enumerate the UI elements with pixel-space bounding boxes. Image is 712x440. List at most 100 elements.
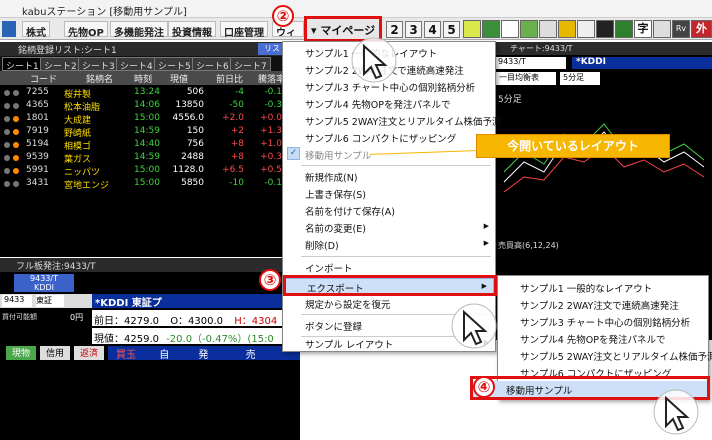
table-row[interactable]: 5991 ニッパツ 15:00 1128.0 +6.5 +0.5 bbox=[0, 165, 300, 178]
board-tab[interactable]: 9433/T KDDI bbox=[14, 274, 74, 292]
menu-sample-layout-label: サンプル レイアウト bbox=[305, 340, 394, 351]
table-row[interactable]: 5194 相模ゴ 14:40 756 +8 +1.0 bbox=[0, 139, 300, 152]
tab-sheet4[interactable]: シート4 bbox=[116, 57, 157, 72]
current-price: 現値：4259.0 bbox=[94, 334, 159, 345]
export-sample-1[interactable]: サンプル1 一般的なレイアウト bbox=[498, 279, 652, 296]
col-name[interactable]: 銘柄名 bbox=[86, 72, 113, 85]
chart-icon[interactable] bbox=[463, 20, 481, 38]
export-sample-3[interactable]: サンプル3 チャート中心の個別銘柄分析 bbox=[498, 313, 690, 330]
col-time[interactable]: 時刻 bbox=[134, 72, 152, 85]
menu-register-button[interactable]: ボタンに登録 bbox=[283, 317, 362, 334]
interval-select[interactable]: 5分足 bbox=[560, 72, 600, 85]
sheet-tabs: シート1 シート2 シート3 シート4 シート5 シート6 シート7 bbox=[0, 56, 300, 72]
table-row[interactable]: 4365 松本油脂 14:06 13850 -50 -0.3 bbox=[0, 100, 300, 113]
cell-code: 3431 bbox=[26, 178, 49, 188]
cell-price: 150 bbox=[186, 126, 204, 136]
cell-change: +8 bbox=[230, 152, 244, 162]
tab-sheet2[interactable]: シート2 bbox=[40, 57, 81, 72]
cell-name: 野崎紙 bbox=[64, 129, 92, 139]
lock-icon[interactable] bbox=[558, 20, 576, 38]
cell-price: 756 bbox=[186, 139, 204, 149]
indicator-select[interactable]: 一目均衡表 bbox=[496, 72, 556, 85]
status-dot-icon bbox=[4, 142, 10, 148]
export-sample-4[interactable]: サンプル4 先物OPを発注パネルで bbox=[498, 330, 666, 347]
table-row[interactable]: 9539 葉ガス 14:59 2488 +8 +0.3 bbox=[0, 152, 300, 165]
market-select[interactable]: 東証 bbox=[36, 295, 64, 307]
tab-sheet1[interactable]: シート1 bbox=[2, 57, 43, 72]
watchlist-pane: 銘柄登録リスト:シート1 リスト シート1 シート2 シート3 シート4 シート… bbox=[0, 42, 300, 257]
menu-import[interactable]: インポート bbox=[283, 259, 353, 276]
cell-rate: +0.0 bbox=[260, 113, 282, 123]
menu-delete[interactable]: 削除(D) ▶ bbox=[283, 236, 495, 253]
news-icon[interactable] bbox=[520, 20, 538, 38]
page-5-button[interactable]: 5 bbox=[443, 21, 460, 38]
menu-restore-default[interactable]: 規定から設定を復元 bbox=[283, 295, 391, 312]
menu-account[interactable]: 口座管理 bbox=[220, 21, 268, 39]
print-icon[interactable] bbox=[577, 20, 595, 38]
menu-investment-info[interactable]: 投資情報 bbox=[168, 21, 216, 39]
cell-time: 13:24 bbox=[134, 87, 160, 97]
status-dot-icon bbox=[4, 129, 10, 135]
tab-sheet6[interactable]: シート6 bbox=[192, 57, 233, 72]
tab-cash[interactable]: 現物 bbox=[6, 346, 36, 360]
menu-futures[interactable]: 先物OP bbox=[64, 21, 108, 39]
col-rate[interactable]: 騰落率 bbox=[258, 72, 285, 85]
export-sample-2[interactable]: サンプル2 2WAY注文で連続高速発注 bbox=[498, 296, 679, 313]
status-dot-icon bbox=[13, 181, 19, 187]
menu-multi-order[interactable]: 多機能発注 bbox=[110, 21, 168, 39]
menu-save-as[interactable]: 名前を付けて保存(A) bbox=[283, 202, 395, 219]
foreign-icon[interactable]: 外 bbox=[691, 20, 712, 38]
cell-change: -50 bbox=[229, 100, 244, 110]
cell-change: +2 bbox=[230, 126, 244, 136]
tab-sheet7[interactable]: シート7 bbox=[230, 57, 271, 72]
menu-moving-sample[interactable]: ✓ 移動用サンプル bbox=[283, 146, 403, 163]
tab-repay[interactable]: 返済 bbox=[74, 346, 104, 360]
export-sample-5[interactable]: サンプル5 2WAY注文とリアルタイム株価予測 bbox=[498, 347, 712, 364]
cell-name: 大成建 bbox=[64, 116, 92, 126]
tab-sheet3[interactable]: シート3 bbox=[78, 57, 119, 72]
page-4-button[interactable]: 4 bbox=[424, 21, 441, 38]
exchange-icon[interactable] bbox=[615, 20, 633, 38]
menu-overwrite-save[interactable]: 上書き保存(S) bbox=[283, 185, 366, 202]
menu-stocks[interactable]: 株式 bbox=[22, 21, 50, 39]
cell-price: 2488 bbox=[181, 152, 204, 162]
cell-name: 松本油脂 bbox=[64, 103, 101, 113]
submenu-arrow-icon: ▶ bbox=[483, 239, 489, 247]
chart-code-select[interactable]: 9433/T bbox=[496, 57, 566, 69]
cell-price: 1128.0 bbox=[172, 165, 205, 175]
menu-sample-6[interactable]: サンプル6 コンパクトにザッピング bbox=[283, 129, 456, 146]
screen-icon[interactable] bbox=[596, 20, 614, 38]
chart-app-icon[interactable] bbox=[2, 21, 16, 37]
menu-rename[interactable]: 名前の変更(E) ▶ bbox=[283, 219, 495, 236]
menu-new[interactable]: 新規作成(N) bbox=[283, 168, 358, 185]
table-row[interactable]: 3431 宮地エンジ 15:00 5850 -10 -0.1 bbox=[0, 178, 300, 191]
col-change[interactable]: 前日比 bbox=[216, 72, 243, 85]
mouse-cursor-icon bbox=[653, 389, 699, 435]
cell-code: 7255 bbox=[26, 87, 49, 97]
col-price[interactable]: 現値 bbox=[170, 72, 188, 85]
status-dot-icon bbox=[4, 168, 10, 174]
cell-time: 14:59 bbox=[134, 126, 160, 136]
menu-moving-sample-label: 移動用サンプル bbox=[305, 151, 372, 162]
board-icon[interactable] bbox=[482, 20, 500, 38]
tab-margin[interactable]: 信用 bbox=[40, 346, 70, 360]
col-code[interactable]: コード bbox=[30, 72, 57, 85]
price-change: -20.0（-0.47%）(15:0 bbox=[166, 334, 274, 345]
table-row[interactable]: 1801 大成建 15:00 4556.0 +2.0 +0.0 bbox=[0, 113, 300, 126]
tab-sheet5[interactable]: シート5 bbox=[154, 57, 195, 72]
cell-time: 14:06 bbox=[134, 100, 160, 110]
calendar-icon[interactable] bbox=[653, 20, 671, 38]
full-board-pane: フル板発注:9433/T 9433/T KDDI 9433 東証 *KDDI 東証… bbox=[0, 258, 300, 440]
board-col-self: 自 bbox=[159, 350, 170, 361]
status-dot-icon bbox=[4, 181, 10, 187]
info-icon[interactable] bbox=[501, 20, 519, 38]
menu-sample-5[interactable]: サンプル5 2WAY注文とリアルタイム株価予測 bbox=[283, 112, 501, 129]
rv-icon[interactable]: Rv bbox=[672, 20, 690, 38]
mail-icon[interactable] bbox=[539, 20, 557, 38]
menu-sample-4[interactable]: サンプル4 先物OPを発注パネルで bbox=[283, 95, 451, 112]
code-input[interactable]: 9433 bbox=[2, 295, 32, 307]
fund-icon[interactable]: 字 bbox=[634, 20, 652, 38]
table-row[interactable]: 7255 桜井製 13:24 506 -4 -0.1 bbox=[0, 87, 300, 100]
page-3-button[interactable]: 3 bbox=[405, 21, 422, 38]
table-row[interactable]: 7919 野崎紙 14:59 150 +2 +1.3 bbox=[0, 126, 300, 139]
